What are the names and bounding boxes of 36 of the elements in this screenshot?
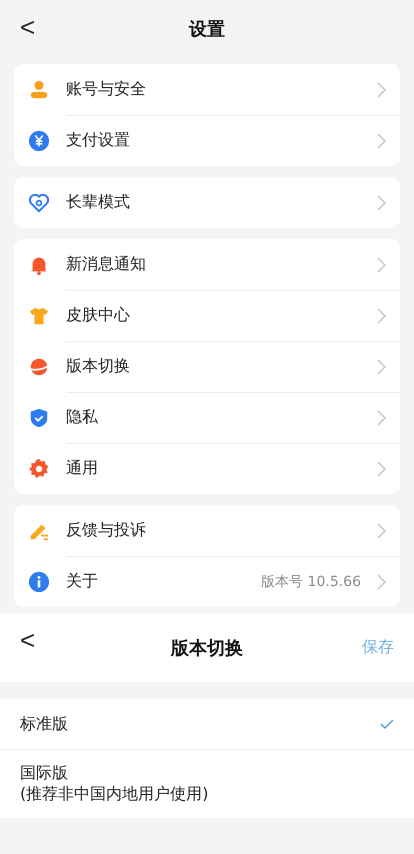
chevron-right-icon (377, 308, 386, 324)
chevron-right-icon (377, 574, 386, 590)
chevron-right-icon (377, 194, 386, 210)
chevron-right-icon (377, 410, 386, 426)
settings-item[interactable]: 长辈模式 (14, 177, 400, 228)
settings-item[interactable]: 皮肤中心 (14, 290, 400, 341)
chevron-right-icon (377, 522, 386, 538)
chevron-right-icon (377, 82, 386, 98)
chevron-right-icon (377, 132, 386, 148)
chevron-right-icon (377, 256, 386, 272)
settings-item[interactable]: 通用 (14, 443, 400, 494)
chevron-right-icon (377, 358, 386, 374)
option-note: (推荐非中国内地用户使用) (20, 784, 210, 805)
chevron-right-icon (377, 460, 386, 476)
settings-item[interactable]: 支付设置 (14, 115, 400, 166)
info-icon (28, 570, 50, 592)
settings-item[interactable]: 版本切换 (14, 341, 400, 392)
version-number: 版本号 10.5.66 (261, 572, 361, 590)
gear-icon (28, 458, 50, 480)
option-label: 标准版 (20, 714, 69, 734)
settings-item[interactable]: 新消息通知 (14, 239, 400, 290)
back-button[interactable]: < (14, 625, 42, 656)
shield-icon (28, 406, 50, 428)
yen-icon (28, 130, 50, 152)
version-option[interactable]: 标准版 (0, 699, 414, 749)
page-title: 设置 (189, 18, 225, 41)
settings-item[interactable]: 反馈与投诉 (14, 505, 400, 556)
settings-item[interactable]: 隐私 (14, 392, 400, 443)
settings-item[interactable]: 关于 版本号 10.5.66 (14, 556, 400, 607)
person-icon (28, 78, 50, 100)
back-button[interactable]: < (14, 12, 42, 43)
settings-item[interactable]: 账号与安全 (14, 64, 400, 115)
heart-icon (28, 192, 50, 214)
page-title: 版本切换 (171, 636, 243, 660)
option-label: 国际版 (20, 763, 69, 784)
version-option[interactable]: 国际版 (推荐非中国内地用户使用) (0, 749, 414, 818)
